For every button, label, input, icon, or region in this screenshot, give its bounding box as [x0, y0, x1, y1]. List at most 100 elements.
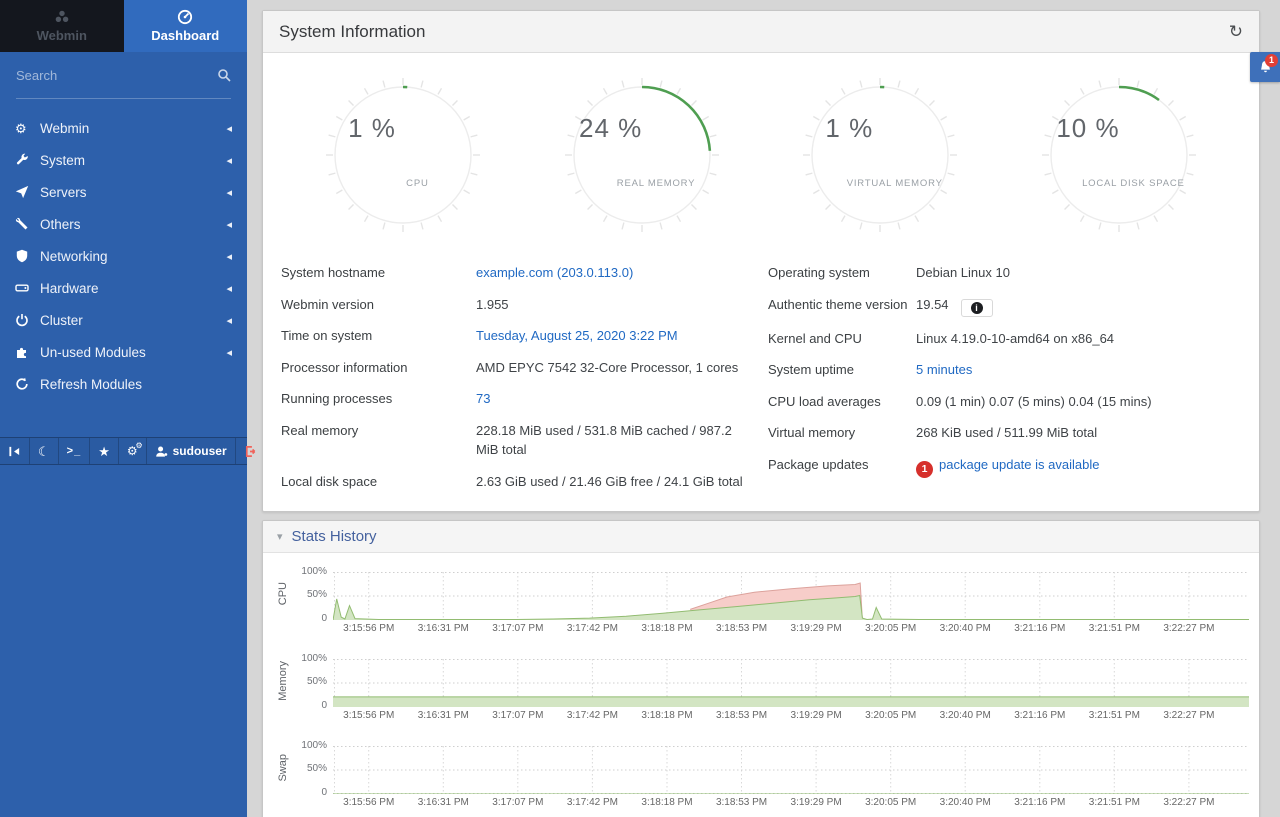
notifications-button[interactable]: 1: [1250, 52, 1280, 82]
collapse-triangle-icon: ▾: [277, 530, 283, 543]
x-tick-label: 3:20:05 PM: [865, 623, 916, 634]
x-tick-label: 3:18:18 PM: [641, 710, 692, 721]
stats-charts: CPU 100%50%0 3:15:56 PM3:16:31 PM3:17:07…: [263, 553, 1259, 810]
y-tick-label: 50%: [295, 677, 327, 687]
page-title: System Information: [279, 22, 425, 42]
tab-webmin-label: Webmin: [37, 28, 87, 43]
sidebar-item-label: Networking: [40, 249, 108, 264]
x-tick-label: 3:17:42 PM: [567, 623, 618, 634]
x-tick-label: 3:15:56 PM: [343, 710, 394, 721]
y-tick-label: 0: [295, 701, 327, 711]
x-tick-label: 3:16:31 PM: [418, 710, 469, 721]
x-tick-label: 3:21:51 PM: [1089, 710, 1140, 721]
y-tick-label: 100%: [295, 741, 327, 751]
sidebar-item-un-used-modules[interactable]: Un-used Modules◂: [0, 336, 247, 368]
sidebar-item-label: Refresh Modules: [40, 377, 142, 392]
gauge-label: VIRTUAL MEMORY: [815, 178, 975, 189]
x-tick-label: 3:20:05 PM: [865, 797, 916, 808]
stats-history-header[interactable]: ▾ Stats History: [263, 521, 1259, 553]
sidebar-item-hardware[interactable]: Hardware◂: [0, 272, 247, 304]
info-row-running-processes: Running processes73: [281, 383, 754, 415]
x-tick-label: 3:22:27 PM: [1163, 797, 1214, 808]
sidebar-item-label: Others: [40, 217, 81, 232]
x-tick-label: 3:21:51 PM: [1089, 797, 1140, 808]
info-column-left: System hostnameexample.com (203.0.113.0)…: [281, 257, 754, 497]
info-label: Webmin version: [281, 295, 476, 315]
x-tick-label: 3:17:07 PM: [492, 623, 543, 634]
stats-history-card: ▾ Stats History CPU 100%50%0 3:15:56 PM3…: [262, 520, 1260, 817]
sidebar-item-system[interactable]: System◂: [0, 144, 247, 176]
info-value: example.com (203.0.113.0): [476, 263, 754, 283]
gauge-value: 1 %: [800, 113, 898, 144]
gauge-real-memory: 24 % REAL MEMORY: [562, 75, 722, 243]
wrench-icon: [15, 153, 40, 167]
chart-x-ticks: 3:15:56 PM3:16:31 PM3:17:07 PM3:17:42 PM…: [333, 620, 1249, 636]
settings-button[interactable]: ⚙⚙: [119, 438, 147, 464]
sidebar-item-others[interactable]: Others◂: [0, 208, 247, 240]
info-value: 5 minutes: [916, 360, 1241, 380]
x-tick-label: 3:18:18 PM: [641, 797, 692, 808]
y-tick-label: 100%: [295, 567, 327, 577]
chart-memory: Memory 100%50%0 3:15:56 PM3:16:31 PM3:17…: [271, 654, 1249, 723]
info-row-processor-information: Processor informationAMD EPYC 7542 32-Co…: [281, 352, 754, 384]
system-information-card: System Information ↻ 1 % CPU 24 % REAL M…: [262, 10, 1260, 512]
refresh-icon[interactable]: ↻: [1229, 23, 1243, 40]
sidebar-item-label: Servers: [40, 185, 87, 200]
night-mode-button[interactable]: ☾: [30, 438, 59, 464]
info-value: 0.09 (1 min) 0.07 (5 mins) 0.04 (15 mins…: [916, 392, 1241, 412]
info-label: Operating system: [768, 263, 916, 283]
theme-info-button[interactable]: i: [961, 299, 993, 317]
info-row-package-updates: Package updates1 package update is availa…: [768, 449, 1241, 484]
tab-webmin[interactable]: Webmin: [0, 0, 124, 52]
chevron-left-icon: ◂: [226, 250, 232, 263]
gauge-virtual-memory: 1 % VIRTUAL MEMORY: [800, 75, 960, 243]
sidebar-item-label: Webmin: [40, 121, 89, 136]
x-tick-label: 3:21:51 PM: [1089, 623, 1140, 634]
update-count-badge: 1: [916, 461, 933, 478]
info-label: Virtual memory: [768, 423, 916, 443]
chart-x-ticks: 3:15:56 PM3:16:31 PM3:17:07 PM3:17:42 PM…: [333, 794, 1249, 810]
gears-icon: ⚙⚙: [127, 444, 138, 458]
y-tick-label: 100%: [295, 654, 327, 664]
info-value-link[interactable]: 5 minutes: [916, 362, 972, 377]
info-row-cpu-load-averages: CPU load averages0.09 (1 min) 0.07 (5 mi…: [768, 386, 1241, 418]
info-label: Package updates: [768, 455, 916, 478]
sidebar-item-label: System: [40, 153, 85, 168]
harddrive-icon: [15, 281, 40, 295]
x-tick-label: 3:15:56 PM: [343, 797, 394, 808]
sidebar-item-refresh-modules[interactable]: Refresh Modules: [0, 368, 247, 400]
sidebar-item-cluster[interactable]: Cluster◂: [0, 304, 247, 336]
info-value-link[interactable]: package update is available: [939, 457, 1099, 472]
sidebar-item-servers[interactable]: Servers◂: [0, 176, 247, 208]
search-input[interactable]: [16, 68, 217, 83]
info-row-kernel-and-cpu: Kernel and CPULinux 4.19.0-10-amd64 on x…: [768, 323, 1241, 355]
info-label: Time on system: [281, 326, 476, 346]
x-tick-label: 3:18:53 PM: [716, 797, 767, 808]
sidebar-item-networking[interactable]: Networking ◂: [0, 240, 247, 272]
info-value-link[interactable]: Tuesday, August 25, 2020 3:22 PM: [476, 328, 678, 343]
gauge-label: LOCAL DISK SPACE: [1053, 178, 1213, 189]
chart-y-axis-title: Memory: [277, 661, 289, 701]
favorites-button[interactable]: ★: [90, 438, 119, 464]
x-tick-label: 3:19:29 PM: [791, 797, 842, 808]
sidebar-search: [16, 52, 231, 99]
user-menu-button[interactable]: sudouser: [147, 438, 236, 464]
chart-swap: Swap 100%50%0 3:15:56 PM3:16:31 PM3:17:0…: [271, 741, 1249, 810]
info-label: CPU load averages: [768, 392, 916, 412]
x-tick-label: 3:17:42 PM: [567, 797, 618, 808]
x-tick-label: 3:17:07 PM: [492, 797, 543, 808]
sidebar-collapse-button[interactable]: [0, 438, 30, 464]
terminal-button[interactable]: >_: [59, 438, 91, 464]
info-value: AMD EPYC 7542 32-Core Processor, 1 cores: [476, 358, 754, 378]
info-value-link[interactable]: 73: [476, 391, 490, 406]
info-value: 268 KiB used / 511.99 MiB total: [916, 423, 1241, 443]
refresh-icon: [15, 377, 40, 391]
search-icon[interactable]: [217, 68, 231, 82]
info-label: Local disk space: [281, 472, 476, 492]
system-information-header: System Information ↻: [263, 11, 1259, 53]
info-value-link[interactable]: example.com (203.0.113.0): [476, 265, 633, 280]
gauges-row: 1 % CPU 24 % REAL MEMORY 1 % VIRTUAL MEM…: [263, 53, 1259, 249]
tab-dashboard[interactable]: Dashboard: [124, 0, 248, 52]
sidebar-item-label: Hardware: [40, 281, 99, 296]
sidebar-item-webmin[interactable]: ⚙Webmin◂: [0, 112, 247, 144]
